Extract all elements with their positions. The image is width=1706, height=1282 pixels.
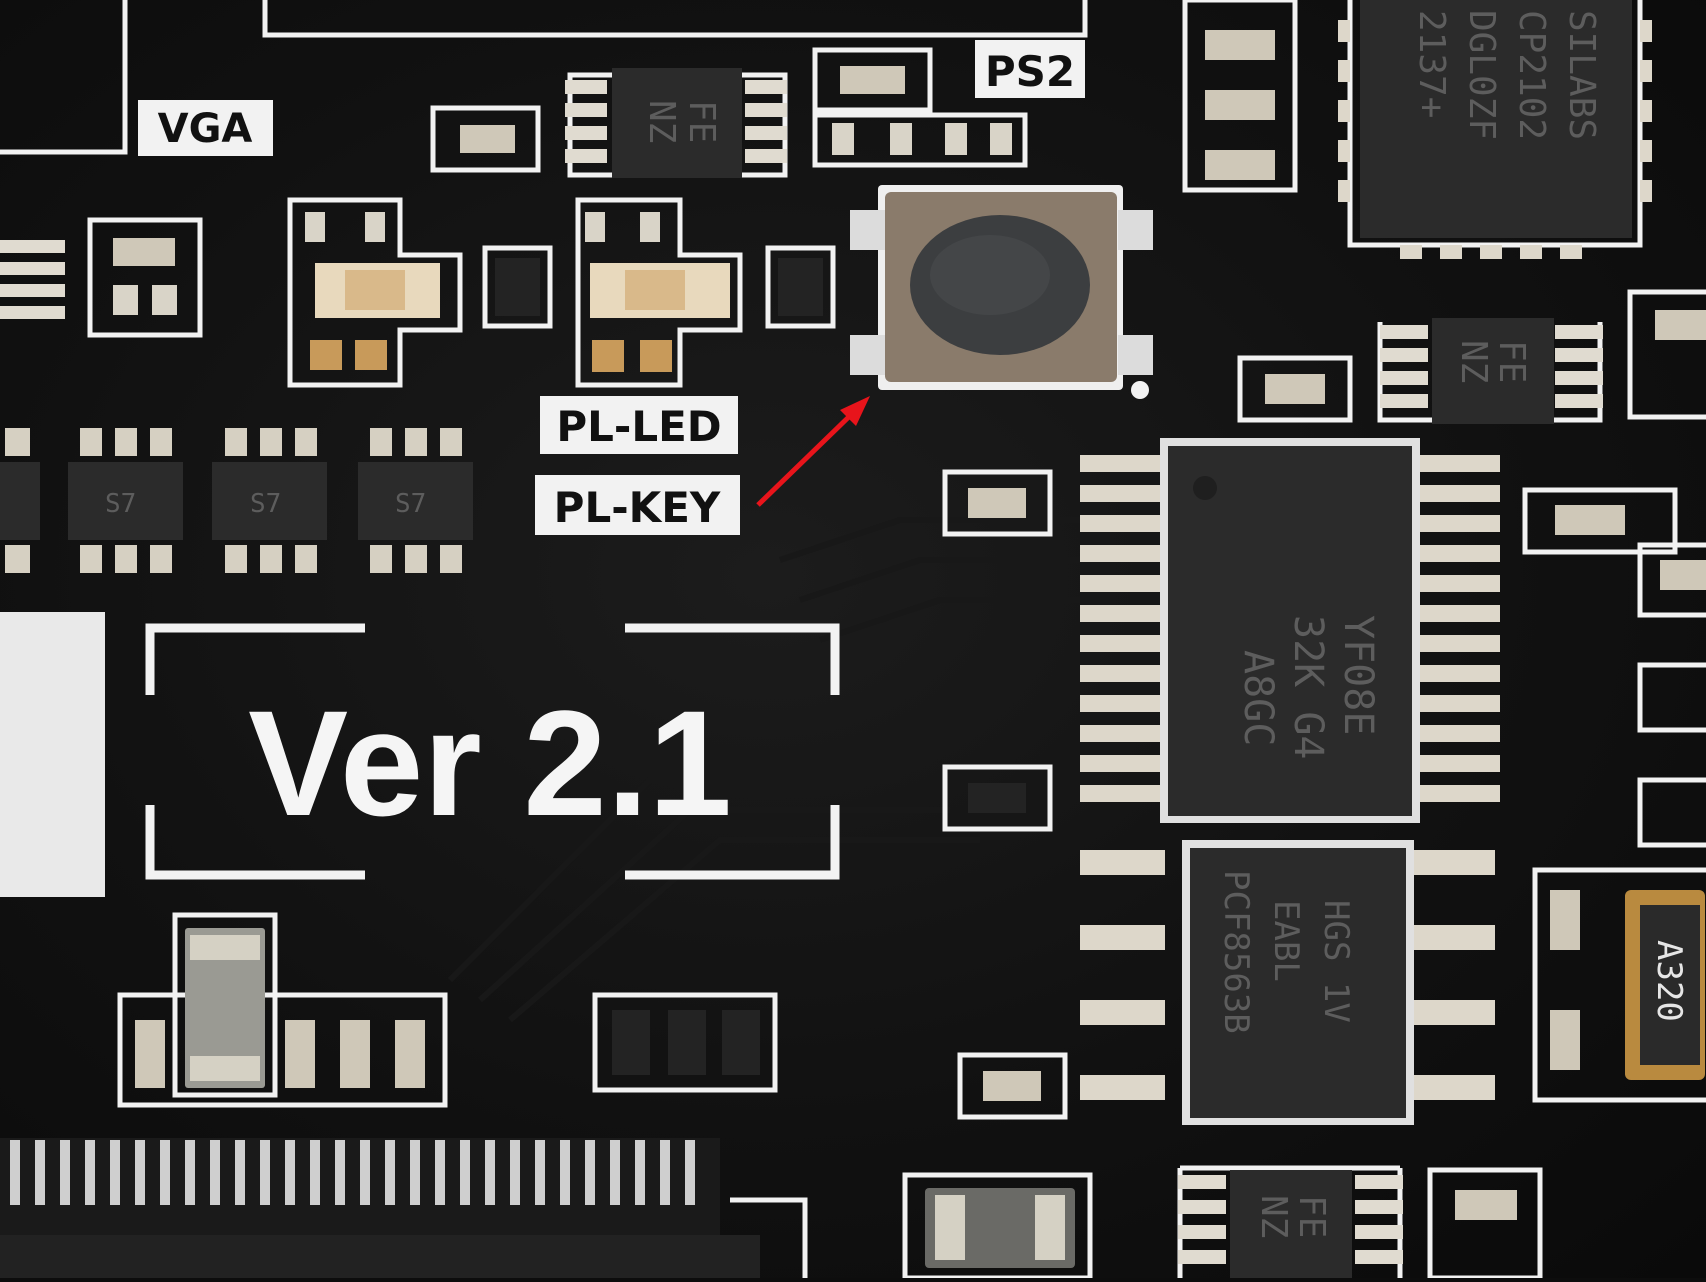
fe-nz-right-line1: FE	[1491, 340, 1532, 383]
fe-nz-top-line1: FE	[681, 100, 722, 143]
usb-uart-chip: SILABS CP2102 DGL0ZF 2137+	[1338, 0, 1652, 259]
left-led-cluster	[0, 197, 463, 388]
annotation-arrow	[756, 396, 870, 507]
transistor-mark: S7	[395, 489, 426, 519]
pl-led-label: PL-LED	[556, 402, 721, 451]
usb-uart-line3: DGL0ZF	[1461, 10, 1502, 140]
left-label-block	[0, 612, 105, 897]
ti-buffer-chip: YF08E 32K G4 A8GC	[1080, 438, 1500, 823]
vga-label: VGA	[158, 106, 253, 152]
ti-buffer-line1: YF08E	[1335, 615, 1381, 735]
fe-nz-bottom-line1: FE	[1291, 1195, 1332, 1238]
transistor-mark: S7	[250, 489, 281, 519]
fe-nz-right-line2: NZ	[1453, 340, 1494, 383]
version-label: Ver 2.1	[248, 679, 732, 847]
rtc-chip: PCF8563B EABL HGS 1V	[1080, 840, 1495, 1125]
pcb-drawing: VGA PS2 FE NZ PL-LED PL-KEY S7 S7 S7 Ver…	[0, 0, 1706, 1281]
vga-connector-outline: VGA	[0, 0, 273, 156]
usb-uart-line4: 2137+	[1411, 10, 1452, 118]
rtc-line3: HGS 1V	[1316, 900, 1356, 1023]
bottom-resistor-array	[592, 992, 778, 1093]
crystal-component: A320	[1532, 867, 1706, 1103]
pl-key-label: PL-KEY	[554, 483, 721, 532]
crystal-label: A320	[1649, 940, 1689, 1022]
usb-uart-line2: CP2102	[1511, 10, 1552, 140]
transistor-mark: S7	[105, 489, 136, 519]
rtc-line2: EABL	[1266, 900, 1306, 982]
bottom-right-components: FE NZ	[902, 1165, 1543, 1281]
bottom-left-components	[117, 912, 448, 1108]
pcb-board: VGA PS2 FE NZ PL-LED PL-KEY S7 S7 S7 Ver…	[0, 0, 1706, 1281]
transistor-row: S7 S7 S7	[0, 428, 473, 573]
ti-buffer-line2: 32K G4	[1285, 615, 1331, 760]
fe-nz-right-chip: FE NZ	[1377, 318, 1603, 424]
smd-resistor	[460, 125, 515, 153]
usb-uart-line1: SILABS	[1561, 10, 1602, 140]
fe-nz-top-chip: FE NZ	[565, 68, 788, 178]
bottom-fpc-connector	[0, 1138, 808, 1278]
smd-resistor	[840, 66, 905, 94]
right-top-smd	[1182, 0, 1298, 193]
ti-buffer-line3: A8GC	[1235, 650, 1281, 746]
ps2-label: PS2	[985, 47, 1075, 96]
push-button	[850, 185, 1153, 399]
rtc-line1: PCF8563B	[1216, 870, 1256, 1034]
fe-nz-top-line2: NZ	[641, 100, 682, 143]
fe-nz-bottom-line2: NZ	[1253, 1195, 1294, 1238]
